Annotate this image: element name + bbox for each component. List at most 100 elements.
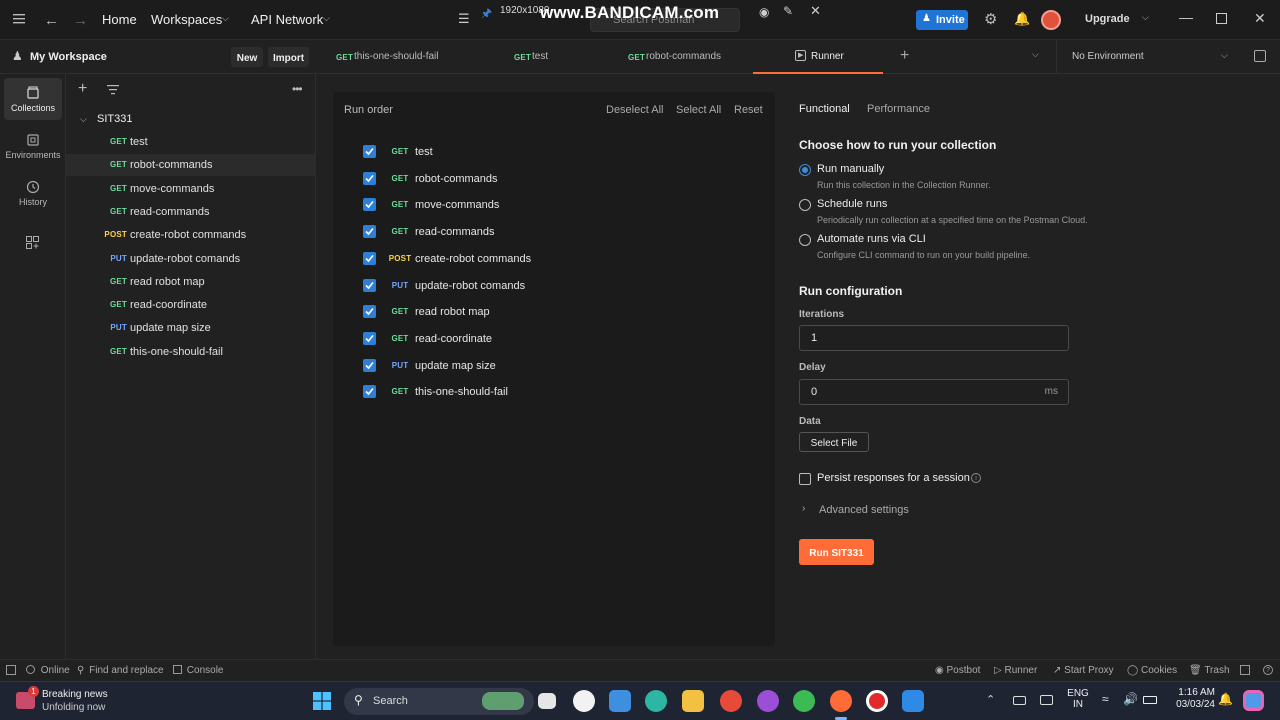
- console[interactable]: Console: [173, 665, 223, 676]
- select-file-button[interactable]: Select File: [799, 432, 869, 452]
- advanced-settings-toggle[interactable]: › Advanced settings: [802, 503, 952, 519]
- checkbox-checked[interactable]: [363, 278, 376, 292]
- chrome-icon[interactable]: [757, 690, 779, 712]
- new-tab-plus-icon[interactable]: +: [900, 47, 909, 65]
- bell-icon[interactable]: 🔔: [1014, 11, 1030, 27]
- copilot-icon[interactable]: [1243, 690, 1264, 711]
- sidebar-request-item[interactable]: GET this-one-should-fail: [66, 341, 316, 363]
- news-widget[interactable]: 1 Breaking news Unfolding now: [16, 686, 116, 716]
- notification-bell-icon[interactable]: 🔔: [1218, 692, 1233, 706]
- rail-history[interactable]: History: [4, 172, 62, 214]
- toggle-sidebar-icon[interactable]: [6, 665, 16, 675]
- tabs-overflow-chevron-icon[interactable]: ⌵: [1032, 49, 1039, 60]
- home-link[interactable]: Home: [102, 12, 137, 27]
- sidebar-request-item[interactable]: POST create-robot commands: [66, 224, 316, 246]
- tab-test[interactable]: GET test: [495, 40, 610, 74]
- runner-status[interactable]: ▷ Runner: [994, 665, 1037, 676]
- language-indicator[interactable]: ENG IN: [1067, 688, 1089, 710]
- sidebar-request-item[interactable]: GET read-coordinate: [66, 294, 316, 316]
- sidebar-request-item[interactable]: PUT update map size: [66, 317, 316, 339]
- checkbox-checked[interactable]: [363, 305, 376, 319]
- tab-functional[interactable]: Functional: [799, 103, 850, 115]
- run-collection-button[interactable]: Run SIT331: [799, 539, 874, 565]
- checkbox-checked[interactable]: [363, 198, 376, 212]
- gear-icon[interactable]: ⚙: [984, 10, 997, 28]
- postman-icon[interactable]: [830, 690, 852, 712]
- tab-this-one-should-fail[interactable]: GET this-one-should-fail: [317, 40, 492, 74]
- environment-selector[interactable]: No Environment ⌵: [1056, 40, 1243, 74]
- iterations-input[interactable]: 1: [799, 325, 1069, 351]
- workspaces-menu[interactable]: Workspaces: [151, 12, 222, 27]
- configure-workbench-icon[interactable]: [26, 236, 39, 249]
- option-automate-cli[interactable]: Automate runs via CLI Configure CLI comm…: [799, 233, 1159, 265]
- checkbox-checked[interactable]: [363, 385, 376, 399]
- option-run-manually[interactable]: Run manually Run this collection in the …: [799, 163, 1159, 195]
- add-collection-plus-icon[interactable]: +: [78, 80, 87, 98]
- checkbox-checked[interactable]: [363, 331, 376, 345]
- back-arrow-icon[interactable]: ←: [44, 12, 59, 29]
- api-network-menu[interactable]: API Network: [251, 12, 323, 27]
- file-explorer-icon[interactable]: [682, 690, 704, 712]
- reset-button[interactable]: Reset: [734, 104, 763, 116]
- avatar[interactable]: [1041, 10, 1061, 30]
- chrome-icon[interactable]: [720, 690, 742, 712]
- wifi-icon[interactable]: ≈: [1102, 692, 1109, 706]
- sidebar-request-item[interactable]: GET move-commands: [66, 178, 316, 200]
- import-button[interactable]: Import: [268, 47, 309, 67]
- start-proxy[interactable]: ↗ Start Proxy: [1053, 665, 1114, 676]
- persist-responses-checkbox[interactable]: Persist responses for a session i: [799, 472, 999, 488]
- battery-icon[interactable]: [1143, 696, 1157, 704]
- tab-runner[interactable]: ▶ Runner: [753, 40, 883, 74]
- online-status[interactable]: Online: [26, 665, 70, 676]
- invite-button[interactable]: ♟ Invite: [916, 10, 968, 30]
- find-replace[interactable]: ⚲ Find and replace: [77, 665, 164, 676]
- trash[interactable]: 🗑 Trash: [1189, 665, 1230, 676]
- volume-icon[interactable]: 🔊: [1123, 692, 1138, 706]
- delay-input[interactable]: 0 ms: [799, 379, 1069, 405]
- sidebar-request-item[interactable]: GET robot-commands: [66, 154, 316, 177]
- rail-environments[interactable]: Environments: [4, 125, 62, 167]
- tab-performance[interactable]: Performance: [867, 103, 930, 115]
- filter-icon[interactable]: [107, 84, 119, 95]
- edge-icon[interactable]: [645, 690, 667, 712]
- display-icon[interactable]: [1040, 695, 1053, 705]
- sidebar-request-item[interactable]: PUT update-robot comands: [66, 248, 316, 270]
- bandicam-icon[interactable]: [866, 690, 888, 712]
- github-icon[interactable]: [573, 690, 595, 712]
- checkbox-checked[interactable]: [363, 225, 376, 239]
- chevron-down-icon[interactable]: ⌵: [1142, 12, 1149, 23]
- task-view-icon[interactable]: [538, 693, 556, 709]
- keyboard-icon[interactable]: [1013, 696, 1026, 705]
- tab-robot-commands[interactable]: GET robot-commands: [610, 40, 750, 74]
- vscode-icon[interactable]: [902, 690, 924, 712]
- checkbox-checked[interactable]: [363, 251, 376, 265]
- workspace-name[interactable]: My Workspace: [30, 51, 107, 63]
- cookies[interactable]: ◯ Cookies: [1127, 665, 1177, 676]
- sidebar-request-item[interactable]: GET read robot map: [66, 271, 316, 293]
- postbot[interactable]: ◉ Postbot: [935, 665, 980, 676]
- maximize-icon[interactable]: [1216, 13, 1227, 24]
- help-icon[interactable]: ?: [1263, 665, 1273, 675]
- sidebar-request-item[interactable]: GET read-commands: [66, 201, 316, 223]
- store-icon[interactable]: [609, 690, 631, 712]
- deselect-all-button[interactable]: Deselect All: [606, 104, 663, 116]
- checkbox-checked[interactable]: [363, 171, 376, 185]
- taskbar-search[interactable]: ⚲ Search: [344, 688, 534, 715]
- collection-folder[interactable]: ⌵ SIT331: [66, 108, 316, 130]
- two-pane-icon[interactable]: [1240, 665, 1250, 675]
- clock[interactable]: 1:16 AM 03/03/24: [1167, 687, 1215, 710]
- select-all-button[interactable]: Select All: [676, 104, 721, 116]
- new-button[interactable]: New: [231, 47, 263, 67]
- upgrade-button[interactable]: Upgrade: [1085, 13, 1130, 25]
- checkbox-checked[interactable]: [363, 145, 376, 158]
- forward-arrow-icon[interactable]: →: [73, 12, 88, 29]
- checkbox-checked[interactable]: [363, 358, 376, 372]
- minimize-icon[interactable]: —: [1179, 9, 1193, 25]
- rail-collections[interactable]: Collections: [4, 78, 62, 120]
- more-options-icon[interactable]: •••: [292, 82, 303, 96]
- menu-icon[interactable]: [13, 13, 27, 25]
- environment-quick-look-icon[interactable]: [1254, 50, 1266, 62]
- option-schedule-runs[interactable]: Schedule runs Periodically run collectio…: [799, 198, 1159, 230]
- sidebar-request-item[interactable]: GET test: [66, 131, 316, 153]
- chevron-up-icon[interactable]: ⌃: [986, 693, 995, 706]
